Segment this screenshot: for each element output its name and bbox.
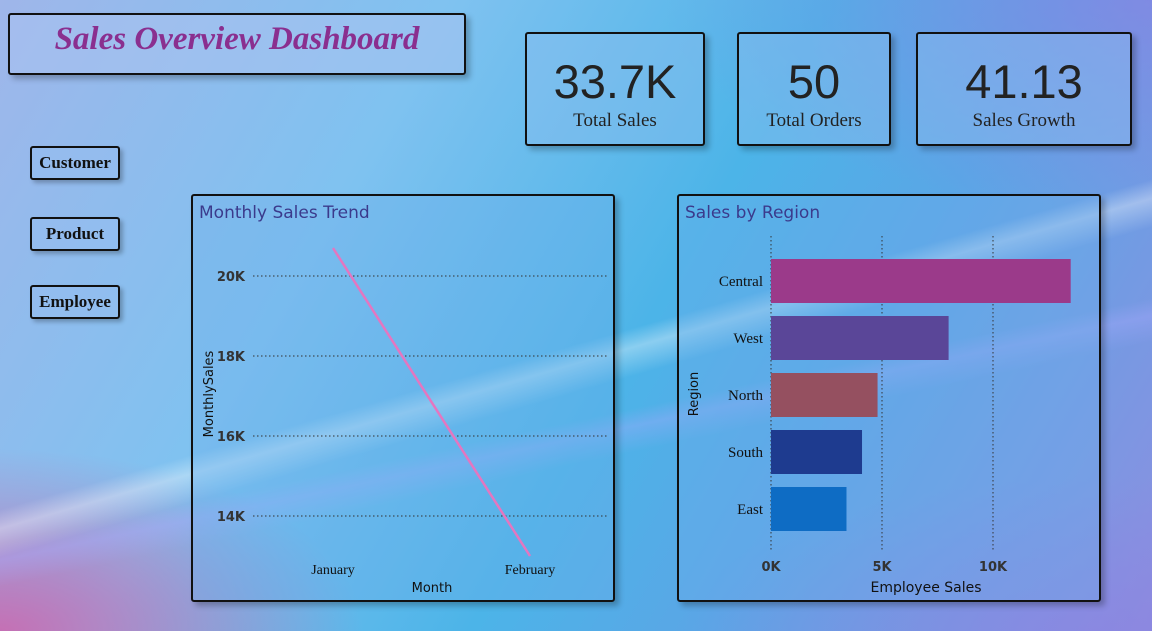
kpi-sales-growth-value: 41.13 <box>965 55 1083 108</box>
sales-by-region-panel: Sales by Region 0K 5K 10K Central West North S… <box>677 194 1101 602</box>
category-label: South <box>728 445 764 461</box>
customer-button[interactable]: Customer <box>30 146 120 180</box>
kpi-sales-growth: 41.13 Sales Growth <box>916 32 1132 146</box>
kpi-sales-growth-label: Sales Growth <box>972 110 1076 131</box>
trend-line <box>331 247 532 557</box>
bar-east <box>771 487 847 531</box>
category-label: Central <box>719 274 763 290</box>
kpi-total-sales-label: Total Sales <box>573 110 657 131</box>
x-tick-label: February <box>505 563 556 578</box>
x-tick-label: 5K <box>872 560 892 575</box>
bar-south <box>771 430 863 474</box>
employee-button[interactable]: Employee <box>30 285 120 319</box>
category-label: West <box>733 331 763 347</box>
dashboard-title: Sales Overview Dashboard <box>54 20 420 57</box>
y-axis-label: Region <box>687 372 702 417</box>
dashboard-title-box: Sales Overview Dashboard <box>8 13 466 75</box>
bar-central <box>771 259 1071 303</box>
product-button[interactable]: Product <box>30 217 120 251</box>
kpi-total-orders-label: Total Orders <box>766 110 862 131</box>
kpi-total-sales: 33.7K Total Sales <box>525 32 705 146</box>
y-tick-label: 18K <box>217 350 246 365</box>
bar-west <box>771 316 949 360</box>
kpi-total-sales-value: 33.7K <box>553 55 677 108</box>
kpi-total-orders: 50 Total Orders <box>737 32 891 146</box>
kpi-total-orders-value: 50 <box>787 55 841 108</box>
x-tick-label: 0K <box>761 560 781 575</box>
sales-by-region-chart: 0K 5K 10K Central West North South East Employee… <box>687 236 1071 596</box>
x-tick-label: January <box>311 563 355 578</box>
monthly-sales-trend-panel: Monthly Sales Trend 14K 16K 18K 20K January F… <box>191 194 615 602</box>
y-axis-label: MonthlySales <box>202 350 217 437</box>
x-axis-label: Month <box>412 581 453 596</box>
category-label: East <box>737 502 764 518</box>
x-axis-label: Employee Sales <box>870 580 981 596</box>
y-tick-label: 14K <box>217 510 246 525</box>
monthly-sales-trend-chart: 14K 16K 18K 20K January February Month MonthlyS… <box>202 247 609 596</box>
category-label: North <box>728 388 763 404</box>
y-tick-label: 20K <box>217 270 246 285</box>
bar-north <box>771 373 878 417</box>
y-tick-label: 16K <box>217 430 246 445</box>
x-tick-label: 10K <box>979 560 1008 575</box>
